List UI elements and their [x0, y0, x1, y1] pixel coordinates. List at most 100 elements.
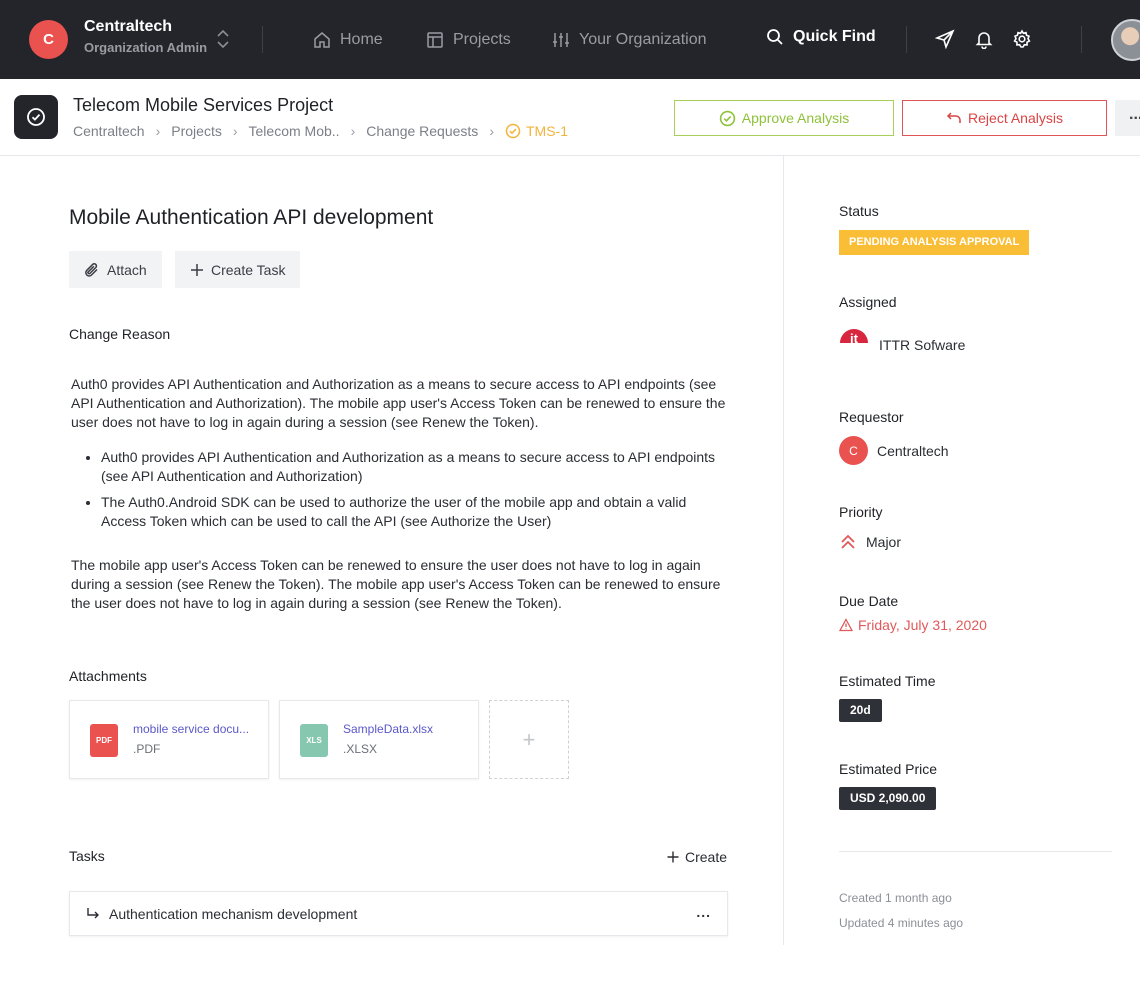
ittr-logo-text: it — [850, 331, 859, 346]
estimated-time-label: Estimated Time — [839, 673, 936, 689]
requestor-value: Centraltech — [877, 442, 949, 459]
requestor-row[interactable]: C Centraltech — [839, 436, 949, 465]
breadcrumb-item[interactable]: Telecom Mob.. — [249, 123, 340, 139]
nav-home[interactable]: Home — [313, 28, 383, 52]
attach-button[interactable]: Attach — [69, 251, 162, 288]
more-actions-button[interactable]: ... — [1115, 100, 1140, 136]
plus-icon — [191, 263, 203, 276]
bell-icon[interactable] — [974, 29, 994, 49]
nav-organization-label: Your Organization — [579, 31, 707, 48]
plus-icon — [667, 851, 679, 863]
nav-home-label: Home — [340, 31, 383, 48]
estimated-price-badge: USD 2,090.00 — [839, 787, 937, 810]
nav-divider — [1081, 26, 1082, 53]
attachment-card[interactable]: PDF mobile service docu... .PDF — [69, 700, 269, 779]
breadcrumb-separator: › — [155, 123, 161, 139]
create-task-label: Create Task — [211, 261, 286, 278]
attachments-heading: Attachments — [69, 668, 147, 684]
created-timestamp: Created 1 month ago — [839, 891, 952, 905]
due-date-label: Due Date — [839, 593, 899, 609]
sliders-icon — [553, 33, 569, 47]
tasks-heading: Tasks — [69, 848, 105, 864]
chevron-up-down-icon[interactable] — [214, 27, 232, 51]
updated-timestamp: Updated 4 minutes ago — [839, 916, 964, 930]
breadcrumb-current-label: TMS-1 — [525, 123, 568, 139]
nav-divider — [906, 26, 907, 53]
double-chevron-up-icon — [841, 534, 855, 549]
status-label: Status — [839, 203, 879, 219]
subtask-arrow-icon — [87, 907, 99, 918]
projects-icon — [427, 32, 443, 48]
send-icon[interactable] — [935, 29, 955, 49]
breadcrumb-separator: › — [350, 123, 356, 139]
breadcrumb-item[interactable]: Projects — [171, 123, 222, 139]
attachment-card[interactable]: XLS SampleData.xlsx .XLSX — [279, 700, 479, 779]
project-header: Telecom Mobile Services Project Centralt… — [0, 79, 1140, 156]
estimated-price-label: Estimated Price — [839, 761, 938, 777]
check-circle-icon — [719, 110, 735, 126]
user-avatar[interactable] — [1111, 19, 1140, 61]
task-more-button[interactable]: ... — [696, 904, 711, 920]
create-task-link-label: Create — [685, 849, 728, 865]
check-circle-icon — [505, 123, 521, 139]
side-panel-divider — [783, 156, 784, 945]
attachment-name[interactable]: SampleData.xlsx — [343, 722, 468, 736]
breadcrumb-separator: › — [232, 123, 238, 139]
search-icon — [767, 29, 783, 45]
due-date-value: Friday, July 31, 2020 — [858, 617, 987, 633]
approve-analysis-label: Approve Analysis — [741, 110, 850, 126]
quick-find-button[interactable]: Quick Find — [766, 28, 876, 46]
priority-label: Priority — [839, 504, 883, 520]
top-navbar: C Centraltech Organization Admin Home Pr… — [0, 0, 1140, 79]
nav-projects-label: Projects — [453, 31, 511, 48]
ittr-logo: it — [839, 329, 870, 360]
description-list: Auth0 provides API Authentication and Au… — [101, 448, 731, 531]
requestor-avatar: C — [839, 436, 868, 465]
undo-arrow-icon — [946, 112, 961, 123]
org-role: Organization Admin — [84, 40, 208, 55]
change-reason-heading: Change Reason — [69, 326, 171, 342]
attachment-ext: .XLSX — [343, 742, 378, 756]
assigned-label: Assigned — [839, 294, 897, 310]
create-task-link[interactable]: Create — [667, 849, 727, 865]
priority-row[interactable]: Major — [839, 533, 901, 551]
change-reason-text: Auth0 provides API Authentication and Au… — [71, 375, 731, 613]
approve-analysis-button[interactable]: Approve Analysis — [674, 100, 894, 136]
breadcrumb-separator: › — [489, 123, 494, 139]
project-icon — [14, 95, 58, 139]
nav-divider — [262, 26, 263, 53]
org-name[interactable]: Centraltech — [84, 18, 172, 36]
org-avatar[interactable]: C — [29, 20, 68, 59]
xls-file-icon: XLS — [300, 724, 328, 757]
due-date-row[interactable]: Friday, July 31, 2020 — [839, 617, 987, 633]
priority-value: Major — [866, 534, 902, 550]
add-attachment-button[interactable]: + — [489, 700, 569, 779]
list-item: The Auth0.Android SDK can be used to aut… — [101, 493, 731, 531]
check-circle-icon — [27, 108, 45, 126]
nav-projects[interactable]: Projects — [426, 28, 511, 52]
project-title: Telecom Mobile Services Project — [73, 95, 334, 115]
status-badge: PENDING ANALYSIS APPROVAL — [839, 230, 1030, 255]
task-row[interactable]: Authentication mechanism development ... — [69, 891, 728, 936]
side-panel-separator — [839, 851, 1112, 852]
assigned-row[interactable]: it ITTR Sofware — [839, 329, 965, 360]
quick-find-label: Quick Find — [793, 28, 876, 45]
warning-icon — [839, 618, 853, 632]
attachment-name[interactable]: mobile service docu... — [133, 722, 258, 736]
nav-organization[interactable]: Your Organization — [552, 28, 707, 52]
gear-icon[interactable] — [1012, 29, 1032, 49]
pdf-file-icon: PDF — [90, 724, 118, 757]
requestor-label: Requestor — [839, 409, 904, 425]
assigned-value: ITTR Sofware — [879, 336, 966, 353]
description-paragraph: The mobile app user's Access Token can b… — [71, 557, 721, 611]
breadcrumb-item[interactable]: Change Requests — [366, 123, 478, 139]
task-title[interactable]: Authentication mechanism development — [109, 906, 357, 922]
create-task-button[interactable]: Create Task — [175, 251, 301, 288]
page-title: Mobile Authentication API development — [69, 206, 434, 229]
estimated-time-badge: 20d — [839, 699, 882, 722]
breadcrumb-item[interactable]: Centraltech — [73, 123, 145, 139]
reject-analysis-button[interactable]: Reject Analysis — [902, 100, 1107, 136]
breadcrumb: Centraltech › Projects › Telecom Mob.. ›… — [73, 123, 568, 139]
list-item: Auth0 provides API Authentication and Au… — [101, 448, 731, 486]
paperclip-icon — [85, 262, 98, 277]
